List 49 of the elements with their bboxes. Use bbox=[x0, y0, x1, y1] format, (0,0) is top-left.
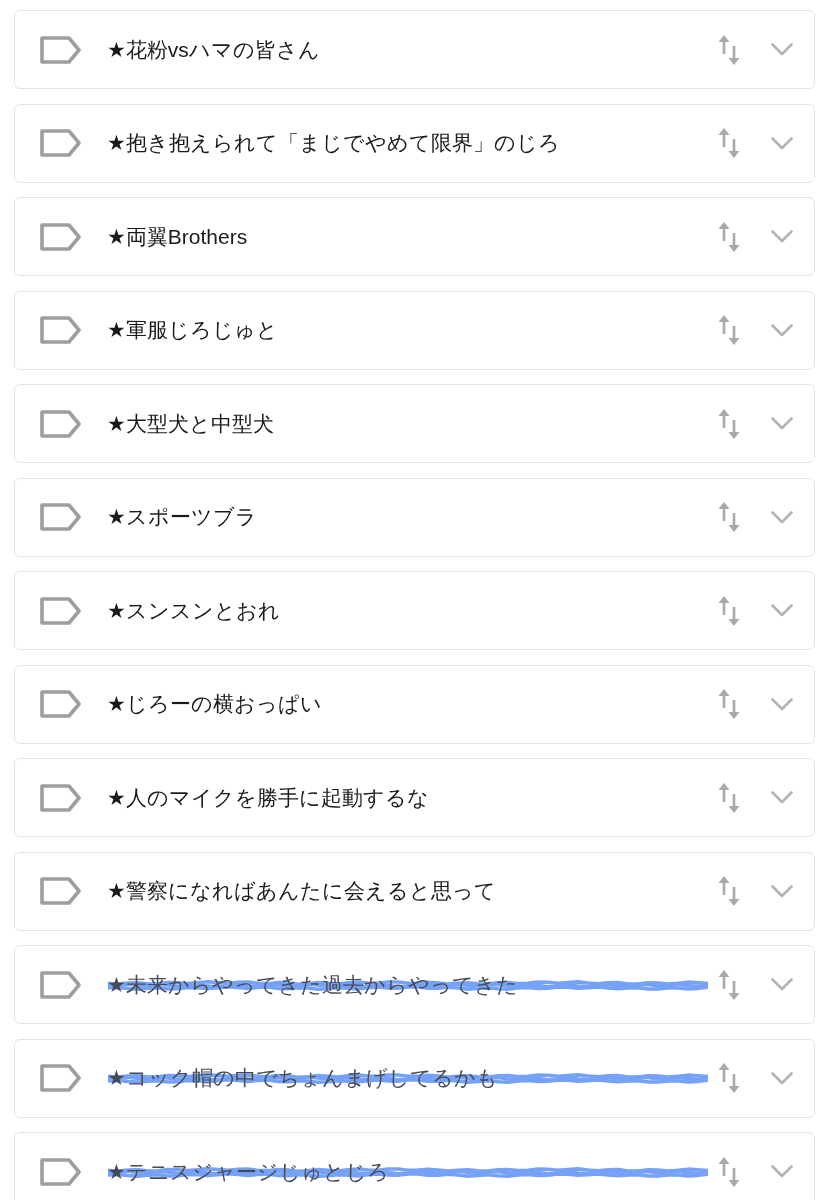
item-title: ★人のマイクを勝手に起動するな bbox=[107, 784, 429, 811]
item-title: ★スンスンとおれ bbox=[107, 597, 280, 624]
tag-icon bbox=[40, 783, 81, 812]
chevron-down-icon[interactable] bbox=[771, 43, 793, 56]
tag-icon bbox=[40, 1064, 81, 1092]
chevron-down-icon[interactable] bbox=[771, 323, 793, 337]
sort-arrows-icon[interactable] bbox=[717, 689, 741, 719]
item-title: ★スポーツブラ bbox=[107, 504, 257, 530]
sort-arrows-icon[interactable] bbox=[717, 408, 741, 439]
chevron-down-icon[interactable] bbox=[771, 136, 793, 150]
sort-arrows-icon[interactable] bbox=[717, 1156, 741, 1187]
sort-arrows-icon[interactable] bbox=[717, 221, 741, 252]
sort-arrows-icon[interactable] bbox=[717, 1063, 741, 1093]
tag-icon bbox=[40, 1157, 81, 1186]
chevron-down-icon[interactable] bbox=[771, 417, 793, 430]
sort-arrows-icon[interactable] bbox=[717, 502, 741, 532]
chevron-down-icon[interactable] bbox=[771, 884, 793, 898]
item-title: ★抱き抱えられて「まじでやめて限界」のじろ bbox=[107, 130, 560, 156]
sort-arrows-icon[interactable] bbox=[717, 128, 741, 158]
tag-icon bbox=[40, 129, 81, 157]
sort-arrows-icon[interactable] bbox=[717, 782, 741, 813]
chevron-down-icon[interactable] bbox=[771, 510, 793, 524]
tag-icon bbox=[40, 409, 81, 438]
tag-icon bbox=[40, 970, 81, 999]
sort-arrows-icon[interactable] bbox=[717, 969, 741, 1000]
sort-arrows-icon[interactable] bbox=[717, 876, 741, 906]
item-title: ★軍服じろじゅと bbox=[107, 317, 278, 343]
sort-arrows-icon[interactable] bbox=[717, 315, 741, 345]
chevron-down-icon[interactable] bbox=[771, 230, 793, 243]
tag-icon bbox=[40, 316, 81, 344]
tag-icon bbox=[40, 596, 81, 625]
chevron-down-icon[interactable] bbox=[771, 1165, 793, 1178]
chevron-down-icon[interactable] bbox=[771, 978, 793, 991]
chevron-down-icon[interactable] bbox=[771, 1071, 793, 1085]
tag-icon bbox=[40, 877, 81, 905]
item-title: ★両翼Brothers bbox=[107, 223, 248, 250]
sort-arrows-icon[interactable] bbox=[717, 34, 741, 65]
item-title: ★じろーの横おっぱい bbox=[107, 691, 322, 717]
tag-icon bbox=[40, 503, 81, 531]
item-title: ★花粉vsハマの皆さん bbox=[107, 36, 320, 63]
chevron-down-icon[interactable] bbox=[771, 791, 793, 804]
chevron-down-icon[interactable] bbox=[771, 604, 793, 617]
item-title: ★大型犬と中型犬 bbox=[107, 410, 274, 437]
tag-icon bbox=[40, 35, 81, 64]
tag-icon bbox=[40, 690, 81, 718]
item-title: ★警察になればあんたに会えると思って bbox=[107, 878, 496, 904]
sort-arrows-icon[interactable] bbox=[717, 595, 741, 626]
tag-icon bbox=[40, 222, 81, 251]
chevron-down-icon[interactable] bbox=[771, 697, 793, 711]
